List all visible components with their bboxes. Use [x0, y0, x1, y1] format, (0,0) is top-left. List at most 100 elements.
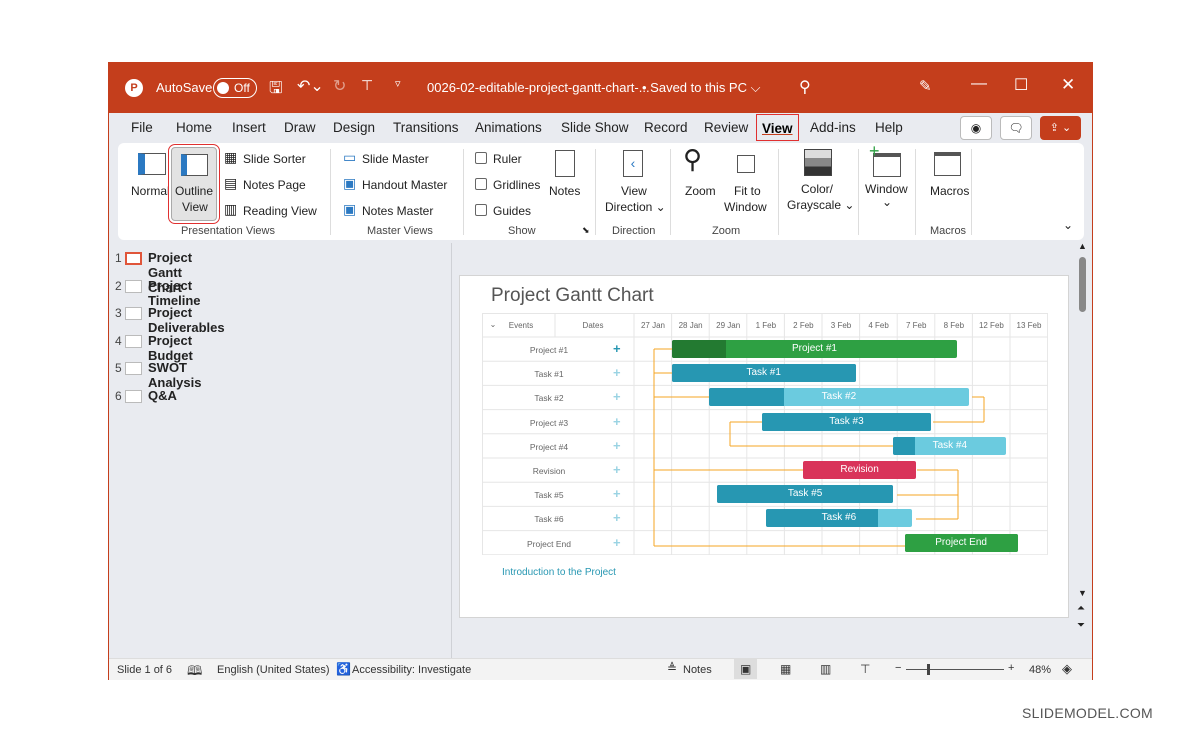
- color-grayscale-icon: [804, 149, 832, 176]
- zoom-button[interactable]: Zoom: [685, 184, 716, 198]
- normal-view-status-icon[interactable]: ▣: [734, 659, 757, 679]
- add-task-icon[interactable]: +: [613, 341, 621, 356]
- reading-view-button[interactable]: Reading View: [243, 204, 317, 218]
- tab-review[interactable]: Review: [704, 120, 748, 135]
- view-direction-button[interactable]: View: [621, 184, 647, 198]
- gantt-bar[interactable]: Task #4: [893, 437, 1006, 455]
- zoom-level[interactable]: 48%: [1029, 664, 1051, 676]
- designer-icon[interactable]: ✎: [919, 77, 932, 95]
- comments-button[interactable]: 🗨: [1000, 116, 1032, 140]
- tab-record[interactable]: Record: [644, 120, 688, 135]
- color-grayscale-button[interactable]: Color/: [801, 182, 833, 196]
- language-status[interactable]: English (United States): [217, 664, 330, 676]
- tab-slide-show[interactable]: Slide Show: [561, 120, 629, 135]
- powerpoint-window: P AutoSave Off 🖫 ↶⌄ ↻ ⊤ ▿ 0026-02-editab…: [108, 62, 1093, 680]
- guides-checkbox[interactable]: [475, 204, 487, 216]
- add-task-icon[interactable]: +: [613, 462, 621, 477]
- tab-view[interactable]: View: [756, 114, 799, 141]
- ruler-checkbox[interactable]: [475, 152, 487, 164]
- tab-home[interactable]: Home: [176, 120, 212, 135]
- slide-sorter-button[interactable]: Slide Sorter: [243, 152, 306, 166]
- add-task-icon[interactable]: +: [613, 414, 621, 429]
- show-dialog-launcher-icon[interactable]: ⬊: [582, 225, 590, 236]
- slide-sorter-status-icon[interactable]: ▦: [780, 662, 791, 676]
- undo-icon[interactable]: ↶⌄: [297, 76, 324, 96]
- scroll-up-icon[interactable]: ▲: [1078, 241, 1087, 251]
- close-button[interactable]: ✕: [1061, 75, 1075, 95]
- save-icon[interactable]: 🖫: [269, 77, 283, 104]
- add-task-icon[interactable]: +: [613, 438, 621, 453]
- gridlines-checkbox[interactable]: [475, 178, 487, 190]
- tab-animations[interactable]: Animations: [475, 120, 542, 135]
- pane-splitter[interactable]: [451, 243, 452, 658]
- scrollbar-thumb[interactable]: [1079, 257, 1086, 312]
- zoom-out-button[interactable]: −: [895, 662, 901, 674]
- add-task-icon[interactable]: +: [613, 365, 621, 380]
- collapse-chevron-icon[interactable]: ⌄: [478, 320, 508, 329]
- tab-help[interactable]: Help: [875, 120, 903, 135]
- slide-master-button[interactable]: Slide Master: [362, 152, 429, 166]
- ribbon-view: Normal Outline View ▦ Slide Sorter ▤ Not…: [118, 143, 1084, 240]
- notes-toggle-icon[interactable]: ≜: [667, 661, 677, 675]
- tab-insert[interactable]: Insert: [232, 120, 266, 135]
- search-icon[interactable]: ⚲: [799, 77, 811, 97]
- present-icon[interactable]: ⊤: [361, 77, 373, 94]
- slideshow-status-icon[interactable]: ⊤: [860, 662, 870, 676]
- notes-page-button[interactable]: Notes Page: [243, 178, 306, 192]
- notes-master-button[interactable]: Notes Master: [362, 204, 433, 218]
- fit-slide-icon[interactable]: ◈: [1062, 661, 1072, 677]
- slide-canvas[interactable]: Project Gantt Chart EventsDates⌄27 Jan28…: [459, 275, 1069, 618]
- fit-to-window-button[interactable]: Fit to: [734, 184, 761, 198]
- macros-button[interactable]: Macros: [930, 184, 969, 198]
- handout-master-button[interactable]: Handout Master: [362, 178, 447, 192]
- gantt-bar[interactable]: Task #6: [766, 509, 913, 527]
- maximize-button[interactable]: ☐: [1014, 75, 1028, 95]
- tab-draw[interactable]: Draw: [284, 120, 316, 135]
- gantt-bar[interactable]: Task #5: [717, 485, 894, 503]
- gantt-bar[interactable]: Task #2: [709, 388, 968, 406]
- normal-view-button[interactable]: Normal: [131, 184, 170, 198]
- outline-title: Project Deliverables: [148, 305, 225, 335]
- window-button[interactable]: Window: [865, 182, 908, 196]
- gantt-bar[interactable]: Task #3: [762, 413, 931, 431]
- tab-add-ins[interactable]: Add-ins: [810, 120, 856, 135]
- zoom-in-button[interactable]: +: [1008, 662, 1014, 674]
- add-task-icon[interactable]: +: [613, 389, 621, 404]
- gantt-bar[interactable]: Revision: [803, 461, 916, 479]
- bar-label: Task #4: [933, 440, 967, 451]
- notes-button[interactable]: Notes: [549, 184, 580, 198]
- accessibility-status[interactable]: Accessibility: Investigate: [352, 664, 471, 676]
- notes-master-icon: ▣: [343, 201, 356, 218]
- minimize-button[interactable]: —: [971, 75, 987, 93]
- tab-transitions[interactable]: Transitions: [393, 120, 459, 135]
- dates-header[interactable]: Dates: [574, 321, 612, 330]
- save-status[interactable]: • Saved to this PC ⌵: [642, 80, 760, 96]
- notes-toggle[interactable]: Notes: [683, 664, 712, 676]
- next-slide-icon[interactable]: ⏷: [1077, 620, 1085, 631]
- group-label-direction: Direction: [612, 225, 655, 237]
- slide-master-icon: ▭: [343, 149, 356, 166]
- previous-slide-icon[interactable]: ⏶: [1077, 603, 1085, 614]
- redo-icon[interactable]: ↻: [333, 76, 346, 96]
- gantt-bar[interactable]: Task #1: [672, 364, 856, 382]
- customize-toolbar-icon[interactable]: ▿: [395, 77, 401, 90]
- autosave-toggle[interactable]: Off: [213, 78, 257, 98]
- reading-view-status-icon[interactable]: ▥: [820, 662, 831, 676]
- gantt-bar[interactable]: Project #1: [672, 340, 958, 358]
- record-button[interactable]: ◉: [960, 116, 992, 140]
- collapse-ribbon-icon[interactable]: ⌄: [1063, 218, 1073, 232]
- vertical-scrollbar[interactable]: ▲ ▼ ⏶ ⏷: [1076, 243, 1090, 658]
- add-task-icon[interactable]: +: [613, 510, 621, 525]
- share-button[interactable]: ⇪ ⌄: [1040, 116, 1081, 140]
- zoom-slider-thumb[interactable]: [927, 664, 930, 675]
- tab-design[interactable]: Design: [333, 120, 375, 135]
- scroll-down-icon[interactable]: ▼: [1078, 588, 1087, 598]
- zoom-slider[interactable]: [906, 669, 1004, 670]
- intro-link[interactable]: Introduction to the Project: [502, 567, 616, 578]
- add-task-icon[interactable]: +: [613, 535, 621, 550]
- gantt-bar[interactable]: Project End: [905, 534, 1018, 552]
- add-task-icon[interactable]: +: [613, 486, 621, 501]
- spelling-icon[interactable]: 🕮: [187, 662, 202, 684]
- tab-file[interactable]: File: [131, 120, 153, 135]
- outline-view-button[interactable]: Outline View: [171, 147, 217, 221]
